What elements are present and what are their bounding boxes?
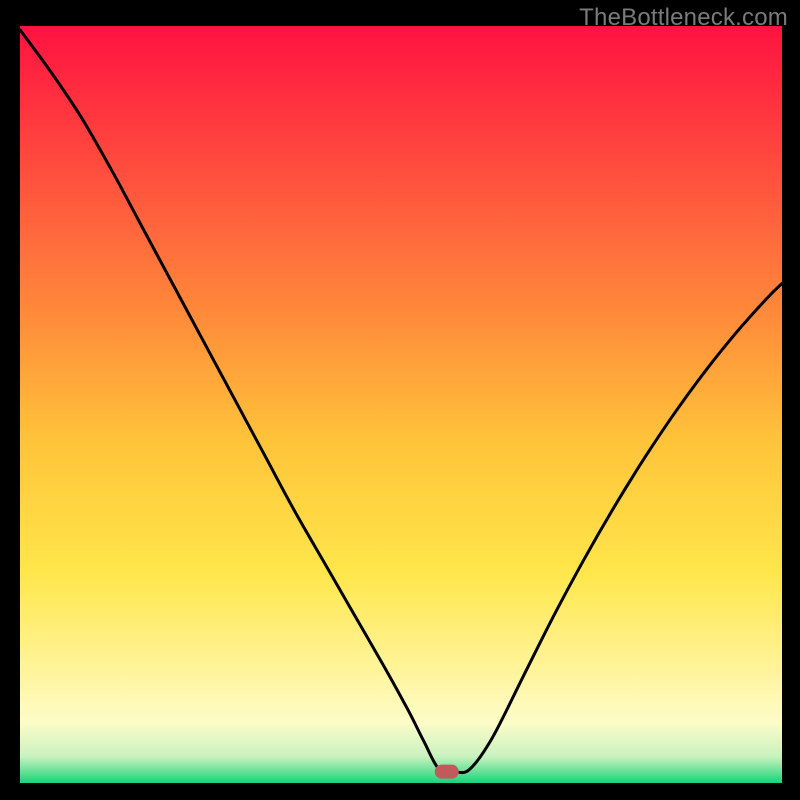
gradient-background <box>20 26 782 783</box>
bottleneck-chart <box>20 26 782 783</box>
minimum-marker <box>435 765 459 779</box>
plot-area <box>20 26 782 783</box>
watermark-text: TheBottleneck.com <box>579 4 788 32</box>
chart-frame: TheBottleneck.com <box>0 0 800 800</box>
